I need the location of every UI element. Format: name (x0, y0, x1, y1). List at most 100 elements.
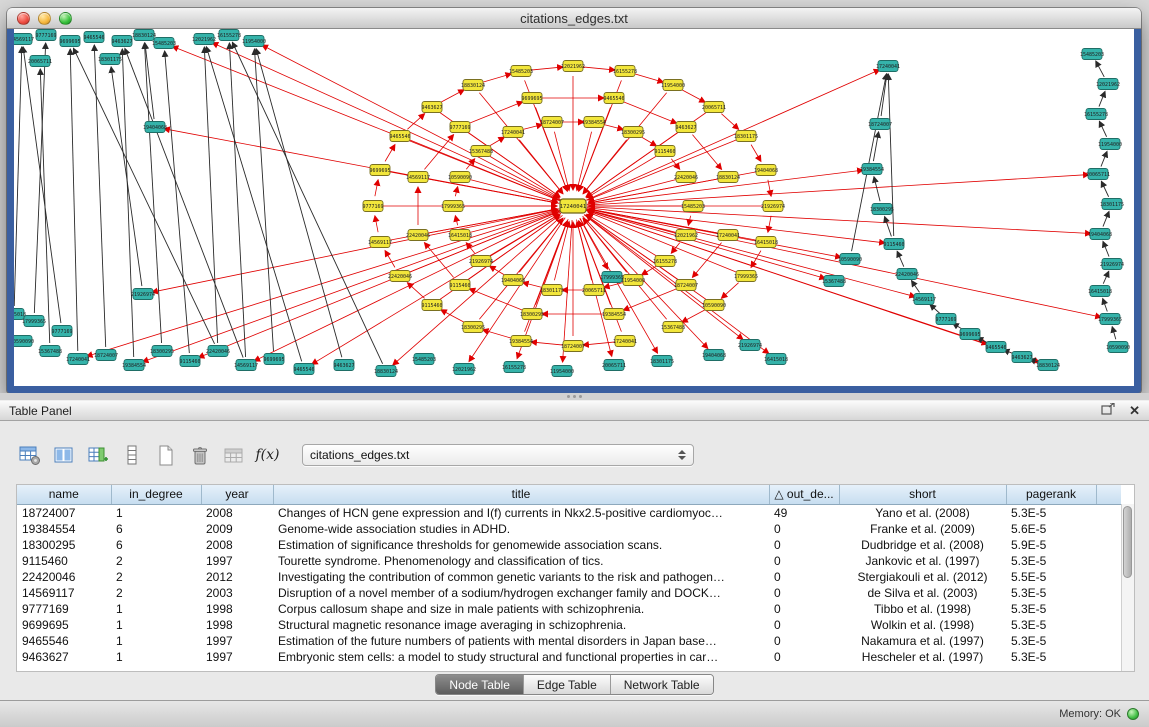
table-cell[interactable]: Genome-wide association studies in ADHD. (273, 521, 769, 537)
graph-node-yellow[interactable]: 18301175 (734, 131, 758, 142)
table-cell[interactable]: 2 (111, 553, 201, 569)
graph-node-teal[interactable]: 21926974 (1100, 259, 1124, 270)
table-row[interactable]: 1456911722003Disruption of a novel membe… (17, 585, 1121, 601)
table-cell[interactable]: de Silva et al. (2003) (839, 585, 1006, 601)
table-row[interactable]: 1938455462009Genome-wide association stu… (17, 521, 1121, 537)
table-cell[interactable]: 1 (111, 649, 201, 665)
graph-node-yellow[interactable]: 17999365 (734, 271, 758, 282)
zoom-window-button[interactable] (59, 12, 72, 25)
table-cell[interactable]: 1998 (201, 601, 273, 617)
table-cell[interactable]: 0 (769, 649, 839, 665)
graph-node-teal[interactable]: 9699695 (263, 354, 284, 365)
table-cell[interactable]: 6 (111, 521, 201, 537)
graph-node-teal[interactable]: 19404068 (143, 122, 167, 133)
table-cell[interactable]: 0 (769, 601, 839, 617)
float-panel-icon[interactable] (1101, 403, 1115, 418)
graph-node-yellow[interactable]: 15485203 (681, 201, 705, 212)
graph-node-teal[interactable]: 16155278 (217, 30, 241, 41)
table-cell[interactable]: 2012 (201, 569, 273, 585)
table-cell[interactable]: 1997 (201, 633, 273, 649)
table-selector-dropdown[interactable]: citations_edges.txt (302, 444, 694, 466)
graph-node-teal[interactable]: 17999365 (22, 316, 46, 327)
graph-node-teal[interactable]: 20065711 (28, 56, 52, 67)
graph-node-teal[interactable]: 15485203 (1080, 49, 1104, 60)
graph-node-yellow[interactable]: 18830124 (461, 80, 485, 91)
graph-node-teal[interactable]: 19384554 (122, 360, 146, 371)
graph-node-teal[interactable]: 18301175 (98, 54, 122, 65)
table-row[interactable]: 1872400712008Changes of HCN gene express… (17, 504, 1121, 521)
graph-node-yellow[interactable]: 9465546 (389, 131, 410, 142)
graph-node-teal[interactable]: 9463627 (333, 360, 354, 371)
table-row[interactable]: 2242004622012Investigating the contribut… (17, 569, 1121, 585)
panel-divider[interactable] (0, 393, 1149, 400)
graph-node-teal[interactable]: 11954000 (550, 366, 574, 377)
tab-node-table[interactable]: Node Table (436, 675, 524, 694)
graph-node-yellow[interactable]: 9777169 (449, 122, 470, 133)
graph-node-teal[interactable]: 9115460 (883, 239, 904, 250)
column-header[interactable]: pagerank (1006, 485, 1096, 504)
graph-node-yellow[interactable]: 14569117 (368, 237, 392, 248)
new-column-icon[interactable] (84, 442, 111, 469)
graph-node-teal[interactable]: 19404068 (1088, 229, 1112, 240)
table-cell[interactable]: Franke et al. (2009) (839, 521, 1006, 537)
graph-node-teal[interactable]: 18830124 (132, 30, 156, 41)
graph-node-teal[interactable]: 9463627 (111, 36, 132, 47)
table-cell[interactable]: Embryonic stem cells: a model to study s… (273, 649, 769, 665)
graph-node-teal[interactable]: 9463627 (1011, 352, 1032, 363)
table-cell[interactable]: 19384554 (17, 521, 111, 537)
table-cell[interactable]: 5.6E-5 (1006, 521, 1096, 537)
graph-node-teal[interactable]: 21926974 (738, 340, 762, 351)
graph-node-teal[interactable]: 17999365 (600, 272, 624, 283)
table-cell[interactable]: Hescheler et al. (1997) (839, 649, 1006, 665)
column-header[interactable]: short (839, 485, 1006, 504)
delete-table-icon[interactable] (186, 442, 213, 469)
table-cell[interactable]: 1 (111, 601, 201, 617)
graph-node-teal[interactable]: 22420046 (895, 269, 919, 280)
table-cell[interactable]: 2009 (201, 521, 273, 537)
table-cell[interactable]: 5.3E-5 (1006, 649, 1096, 665)
table-cell[interactable]: 2 (111, 585, 201, 601)
graph-node-teal[interactable]: 15367488 (38, 346, 62, 357)
graph-node-yellow[interactable]: 9777169 (362, 201, 383, 212)
table-cell[interactable]: 5.5E-5 (1006, 569, 1096, 585)
graph-node-yellow[interactable]: 9115460 (421, 300, 442, 311)
table-cell[interactable]: 0 (769, 521, 839, 537)
table-cell[interactable]: 9465546 (17, 633, 111, 649)
graph-node-teal[interactable]: 19404068 (702, 350, 726, 361)
row-tools-icon[interactable] (118, 442, 145, 469)
table-cell[interactable]: 1998 (201, 617, 273, 633)
graph-node-yellow[interactable]: 20065711 (582, 285, 606, 296)
graph-node-yellow[interactable]: 9465546 (603, 93, 624, 104)
network-graph[interactable]: 1724004118724007193845541830029591154602… (14, 29, 1134, 386)
graph-node-teal[interactable]: 15485203 (152, 38, 176, 49)
tab-network-table[interactable]: Network Table (611, 675, 713, 694)
table-cell[interactable]: Tibbo et al. (1998) (839, 601, 1006, 617)
graph-node-yellow[interactable]: 9463627 (675, 122, 696, 133)
graph-node-yellow[interactable]: 18724007 (561, 341, 585, 352)
show-columns-icon[interactable] (50, 442, 77, 469)
table-cell[interactable]: 0 (769, 537, 839, 553)
graph-node-teal[interactable]: 18301175 (650, 356, 674, 367)
graph-node-yellow[interactable]: 9115460 (449, 280, 470, 291)
graph-node-yellow[interactable]: 17240041 (716, 230, 740, 241)
table-cell[interactable]: 0 (769, 633, 839, 649)
tab-edge-table[interactable]: Edge Table (524, 675, 611, 694)
graph-node-yellow[interactable]: 15367488 (661, 322, 685, 333)
table-cell[interactable]: Investigating the contribution of common… (273, 569, 769, 585)
table-cell[interactable]: 5.3E-5 (1006, 633, 1096, 649)
table-cell[interactable]: 1 (111, 633, 201, 649)
table-cell[interactable]: Structural magnetic resonance image aver… (273, 617, 769, 633)
table-cell[interactable]: 1997 (201, 553, 273, 569)
column-header[interactable]: name (17, 485, 111, 504)
graph-node-yellow[interactable]: 19384554 (602, 309, 626, 320)
table-cell[interactable]: 14569117 (17, 585, 111, 601)
column-header[interactable]: in_degree (111, 485, 201, 504)
graph-node-teal[interactable]: 9115460 (179, 356, 200, 367)
graph-node-teal[interactable]: 9699695 (959, 329, 980, 340)
close-window-button[interactable] (17, 12, 30, 25)
graph-node-teal[interactable]: 18830124 (374, 366, 398, 377)
table-cell[interactable]: 5.3E-5 (1006, 585, 1096, 601)
table-cell[interactable]: 1 (111, 504, 201, 521)
table-cell[interactable]: 1 (111, 617, 201, 633)
table-cell[interactable]: Stergiakouli et al. (2012) (839, 569, 1006, 585)
